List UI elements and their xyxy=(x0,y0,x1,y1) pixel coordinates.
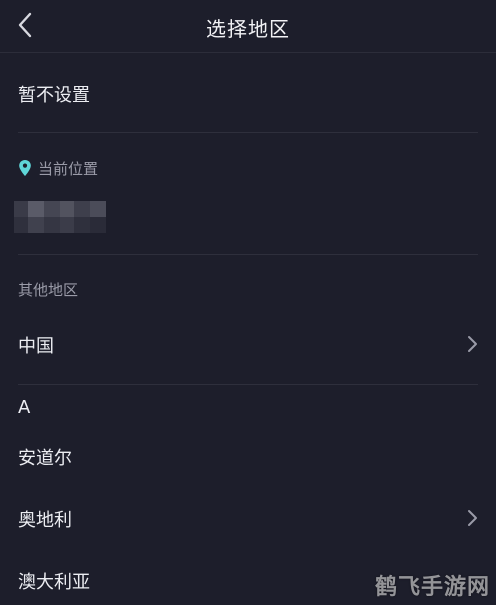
current-location-label: 当前位置 xyxy=(38,159,99,178)
no-setting-option[interactable]: 暂不设置 xyxy=(18,81,90,107)
chevron-right-icon[interactable] xyxy=(466,509,478,527)
divider xyxy=(18,384,478,385)
current-location-header: 当前位置 xyxy=(18,156,98,180)
divider xyxy=(18,132,478,133)
region-item-australia[interactable]: 澳大利亚 xyxy=(18,568,90,594)
region-item-china[interactable]: 中国 xyxy=(18,332,54,358)
region-item-andorra[interactable]: 安道尔 xyxy=(18,444,72,470)
chevron-right-icon[interactable] xyxy=(466,335,478,353)
page-title: 选择地区 xyxy=(206,17,290,41)
top-bar: 选择地区 xyxy=(0,0,496,53)
watermark: 鹤飞手游网 xyxy=(374,575,490,600)
other-regions-header: 其他地区 xyxy=(18,281,79,299)
current-location-value-redacted[interactable] xyxy=(14,201,106,233)
index-letter-header: A xyxy=(18,397,31,418)
region-item-austria[interactable]: 奥地利 xyxy=(18,506,72,532)
divider xyxy=(18,254,478,255)
location-pin-icon xyxy=(19,160,31,176)
